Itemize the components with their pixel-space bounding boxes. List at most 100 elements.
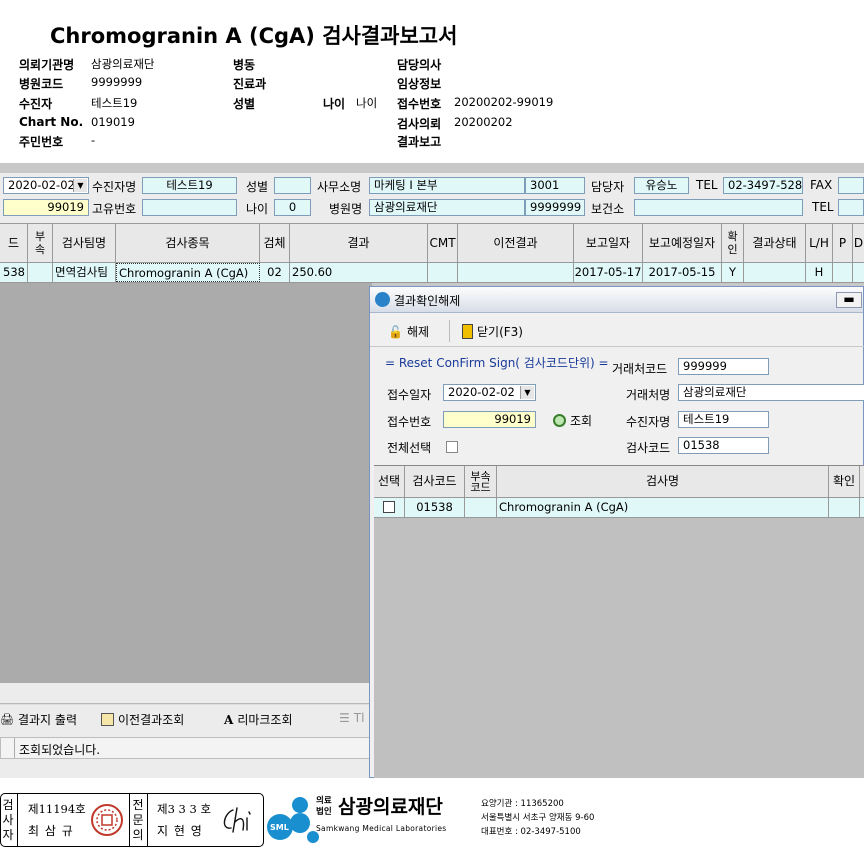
col-header[interactable]: 검사종목 bbox=[116, 224, 260, 262]
chevron-down-icon[interactable]: ▼ bbox=[73, 179, 87, 192]
health-label: 보건소 bbox=[591, 202, 625, 216]
col-header[interactable]: 검체 bbox=[260, 224, 290, 262]
previous-result-label: 이전결과조회 bbox=[118, 713, 185, 727]
age-field[interactable]: 0 bbox=[274, 199, 311, 216]
office-field[interactable]: 마케팅 I 본부 bbox=[369, 177, 525, 194]
close-label: 닫기(F3) bbox=[477, 325, 523, 339]
remark-label: 리마크조회 bbox=[237, 713, 293, 727]
health-field[interactable] bbox=[634, 199, 803, 216]
col-header[interactable]: L/H bbox=[806, 224, 833, 262]
unlock-icon: 🔓 bbox=[388, 324, 403, 339]
col-header[interactable]: 결과상태 bbox=[744, 224, 806, 262]
close-button[interactable]: 닫기(F3) bbox=[462, 323, 523, 340]
release-button[interactable]: 🔓 해제 bbox=[388, 323, 429, 340]
col-header[interactable]: 검사팀명 bbox=[53, 224, 116, 262]
row-checkbox[interactable] bbox=[383, 501, 395, 513]
divider bbox=[147, 794, 148, 846]
col-header[interactable]: 결과 bbox=[290, 224, 428, 262]
handwritten-signature bbox=[223, 807, 251, 833]
test-code-field[interactable]: 01538 bbox=[678, 437, 769, 454]
receipt-field[interactable]: 99019 bbox=[3, 199, 89, 216]
field-label: 접수번호 bbox=[397, 97, 442, 111]
select-all-label: 전체선택 bbox=[387, 441, 432, 455]
patient-label: 수진자명 bbox=[626, 415, 671, 429]
status-text: 조회되었습니다. bbox=[19, 743, 101, 757]
toolbar-divider bbox=[449, 320, 450, 342]
search-button[interactable]: 조회 bbox=[553, 412, 592, 429]
col-header[interactable]: CMT bbox=[428, 224, 458, 262]
manager-label: 담당자 bbox=[591, 180, 625, 194]
dialog-toolbar: 🔓 해제 닫기(F3) bbox=[370, 314, 864, 347]
table-row[interactable]: 538 면역검사팀 Chromogranin A (CgA) 02 250.60… bbox=[0, 263, 864, 283]
release-label: 해제 bbox=[406, 325, 430, 339]
dialog-titlebar[interactable]: 결과확인해제 ▬ bbox=[370, 287, 863, 313]
inspector-no: 제11194호 bbox=[28, 802, 86, 816]
hospital-code-field[interactable]: 9999999 bbox=[525, 199, 585, 216]
fax-label: FAX bbox=[810, 178, 833, 192]
dialog-title: 결과확인해제 bbox=[394, 294, 461, 308]
col-header[interactable]: 검사코드 bbox=[405, 466, 465, 497]
col-header[interactable]: 드 bbox=[0, 224, 28, 262]
col-header[interactable]: 검사명 bbox=[497, 466, 829, 497]
org-english: Samkwang Medical Laboratories bbox=[316, 824, 447, 833]
client-name-field[interactable]: 삼광의료재단 bbox=[678, 384, 864, 401]
tel2-field[interactable] bbox=[838, 199, 864, 216]
minimize-button[interactable]: ▬ bbox=[836, 292, 862, 308]
result-grid-header: 드 부속 검사팀명 검사종목 검체 결과 CMT 이전결과 보고일자 보고예정일… bbox=[0, 223, 864, 263]
fax-field[interactable] bbox=[838, 177, 864, 194]
field-label: 병원코드 bbox=[19, 77, 64, 91]
hospital-field[interactable]: 삼광의료재단 bbox=[369, 199, 525, 216]
select-all-checkbox[interactable] bbox=[446, 441, 458, 453]
field-label: 검사의뢰 bbox=[397, 117, 442, 131]
receipt-date-select[interactable]: 2020-02-02 ▼ bbox=[443, 384, 536, 401]
search-label: 조회 bbox=[570, 414, 593, 428]
col-header[interactable]: P bbox=[833, 224, 853, 262]
org-name: 삼광의료재단 bbox=[338, 796, 443, 818]
office-label: 사무소명 bbox=[317, 180, 362, 194]
receipt-no-field[interactable]: 99019 bbox=[443, 411, 536, 428]
table-row[interactable]: 01538 Chromogranin A (CgA) bbox=[374, 498, 864, 518]
uid-field[interactable] bbox=[142, 199, 237, 216]
field-label: 병동 bbox=[233, 58, 256, 72]
col-header[interactable]: 확인 bbox=[829, 466, 860, 497]
manager-field[interactable]: 유승노 bbox=[634, 177, 689, 194]
col-header[interactable]: D bbox=[853, 224, 864, 262]
col-header[interactable]: 보고일자 bbox=[574, 224, 643, 262]
remark-button[interactable]: A 리마크조회 bbox=[224, 711, 293, 728]
cell bbox=[458, 263, 574, 282]
col-header[interactable]: 부속 bbox=[28, 224, 53, 262]
hospital-label: 병원명 bbox=[329, 202, 363, 216]
previous-result-button[interactable]: 이전결과조회 bbox=[101, 711, 184, 728]
client-code-field[interactable]: 999999 bbox=[678, 358, 769, 375]
col-header[interactable]: 이전결과 bbox=[458, 224, 574, 262]
printer-icon: 🖨 bbox=[0, 713, 14, 726]
col-header[interactable]: 보고예정일자 bbox=[643, 224, 722, 262]
col-header[interactable]: 부속코드 bbox=[465, 466, 497, 497]
cell: 01538 bbox=[405, 498, 465, 517]
cell bbox=[28, 263, 53, 282]
print-result-button[interactable]: 🖨 결과지 출력 bbox=[0, 711, 77, 728]
chevron-down-icon[interactable]: ▼ bbox=[520, 386, 534, 399]
sex-field[interactable] bbox=[274, 177, 311, 194]
cell bbox=[374, 498, 405, 517]
col-header[interactable]: 선택 bbox=[374, 466, 405, 497]
dialog-grid-header: 선택 검사코드 부속코드 검사명 확인 bbox=[374, 466, 864, 498]
cell bbox=[428, 263, 458, 282]
tel-field[interactable]: 02-3497-5282 bbox=[723, 177, 803, 194]
col-header[interactable]: 확인 bbox=[722, 224, 744, 262]
field-value: 019019 bbox=[91, 115, 135, 129]
menu-icon: ☰ bbox=[339, 711, 350, 725]
patient-field[interactable]: 테스트19 bbox=[142, 177, 237, 194]
date-select[interactable]: 2020-02-02 ▼ bbox=[3, 177, 89, 194]
patient-field[interactable]: 테스트19 bbox=[678, 411, 769, 428]
result-confirm-release-dialog: 결과확인해제 ▬ 🔓 해제 닫기(F3) = Reset ConFirm Sig… bbox=[369, 286, 864, 778]
field-label: 진료과 bbox=[233, 77, 267, 91]
field-value: 20200202 bbox=[454, 115, 513, 129]
tel2-label: TEL bbox=[812, 200, 834, 214]
extra-button[interactable]: ☰ Tl bbox=[339, 711, 364, 725]
cell: H bbox=[806, 263, 833, 282]
field-label: 결과보고 bbox=[397, 135, 442, 149]
field-value: 9999999 bbox=[91, 75, 143, 89]
date-value: 2020-02-02 bbox=[8, 178, 75, 192]
office-code-field[interactable]: 3001 bbox=[525, 177, 585, 194]
